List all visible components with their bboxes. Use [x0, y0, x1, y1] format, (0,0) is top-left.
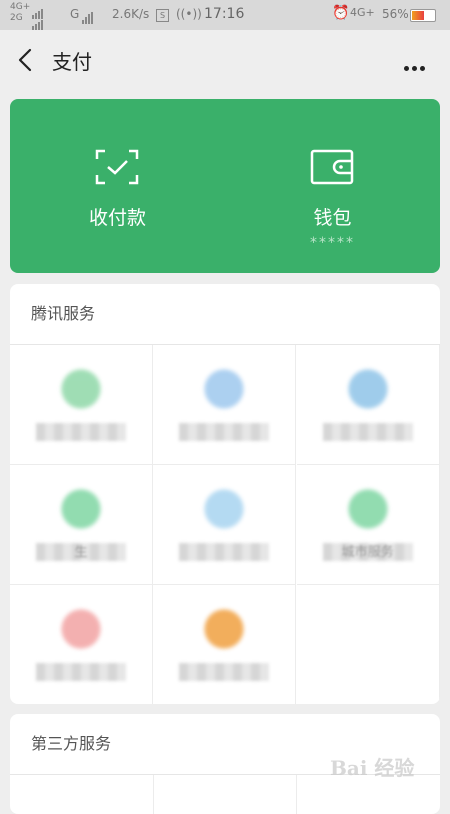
- service-cell[interactable]: [153, 465, 297, 585]
- insurance-icon: [202, 607, 247, 651]
- s-app-icon: S: [156, 9, 169, 22]
- credit-card-icon: [59, 367, 103, 411]
- service-cell[interactable]: [296, 345, 440, 465]
- service-cell[interactable]: 生: [10, 465, 153, 585]
- service-cell[interactable]: 城市服务: [296, 465, 440, 585]
- service-label-obscured: [179, 423, 270, 441]
- battery-icon: [410, 9, 436, 22]
- service-label: 城市服务: [341, 545, 394, 560]
- status-bar: 4G+ 2G G 2.6K/s S ((•)) 17:16 ⏰ 4G+ 56%: [0, 0, 450, 30]
- network-speed: 2.6K/s: [112, 7, 150, 21]
- wallet-icon: [310, 149, 354, 185]
- service-label-obscured: [36, 663, 126, 681]
- network-indicator-3: 4G+: [350, 6, 375, 19]
- grid-divider: [296, 775, 297, 814]
- service-label-obscured: [36, 423, 126, 441]
- battery-percent: 56%: [382, 7, 409, 21]
- phone-recharge-icon: [202, 367, 247, 411]
- service-label: 生: [74, 545, 88, 560]
- service-label-obscured: [179, 663, 270, 681]
- service-cell[interactable]: [153, 585, 297, 704]
- city-service-icon: [59, 487, 103, 531]
- finance-icon: [345, 367, 390, 411]
- back-arrow-icon[interactable]: [14, 46, 38, 74]
- heart-icon: [59, 607, 103, 651]
- signal-icon-3: [82, 9, 94, 24]
- wallet-banner: 收付款 钱包 *****: [10, 99, 440, 273]
- tencent-services-card: 腾讯服务 生 城市服务: [10, 284, 440, 704]
- receive-pay-label: 收付款: [88, 207, 146, 229]
- service-cell: [297, 585, 440, 704]
- service-label-obscured: [322, 423, 413, 441]
- more-dots-icon[interactable]: [404, 56, 430, 71]
- section-header: 腾讯服务: [10, 284, 440, 345]
- wallet-label: 钱包: [313, 207, 352, 229]
- service-cell[interactable]: [10, 345, 153, 465]
- receive-pay-button[interactable]: 收付款: [10, 99, 225, 273]
- alarm-icon: ⏰: [332, 5, 350, 21]
- service-label-obscured: [179, 543, 270, 561]
- nav-bar: 支付: [0, 30, 450, 90]
- network-indicator: 4G+ 2G: [10, 2, 31, 23]
- page-title: 支付: [52, 50, 92, 74]
- grid-divider: [153, 775, 154, 814]
- charity-icon: [345, 487, 390, 531]
- signal-icon-2: [32, 15, 44, 30]
- clock: 17:16: [204, 6, 245, 22]
- vibrate-icon: ((•)): [176, 7, 202, 21]
- wechat-hongbao-icon: [202, 487, 247, 531]
- wallet-balance-masked: *****: [310, 235, 355, 251]
- qr-scan-check-icon: [95, 149, 139, 185]
- wallet-button[interactable]: 钱包 *****: [225, 99, 440, 273]
- service-cell[interactable]: [10, 585, 153, 704]
- watermark: Bai 经验: [330, 756, 415, 780]
- service-cell[interactable]: [153, 345, 297, 465]
- network-indicator-2: G: [70, 7, 80, 21]
